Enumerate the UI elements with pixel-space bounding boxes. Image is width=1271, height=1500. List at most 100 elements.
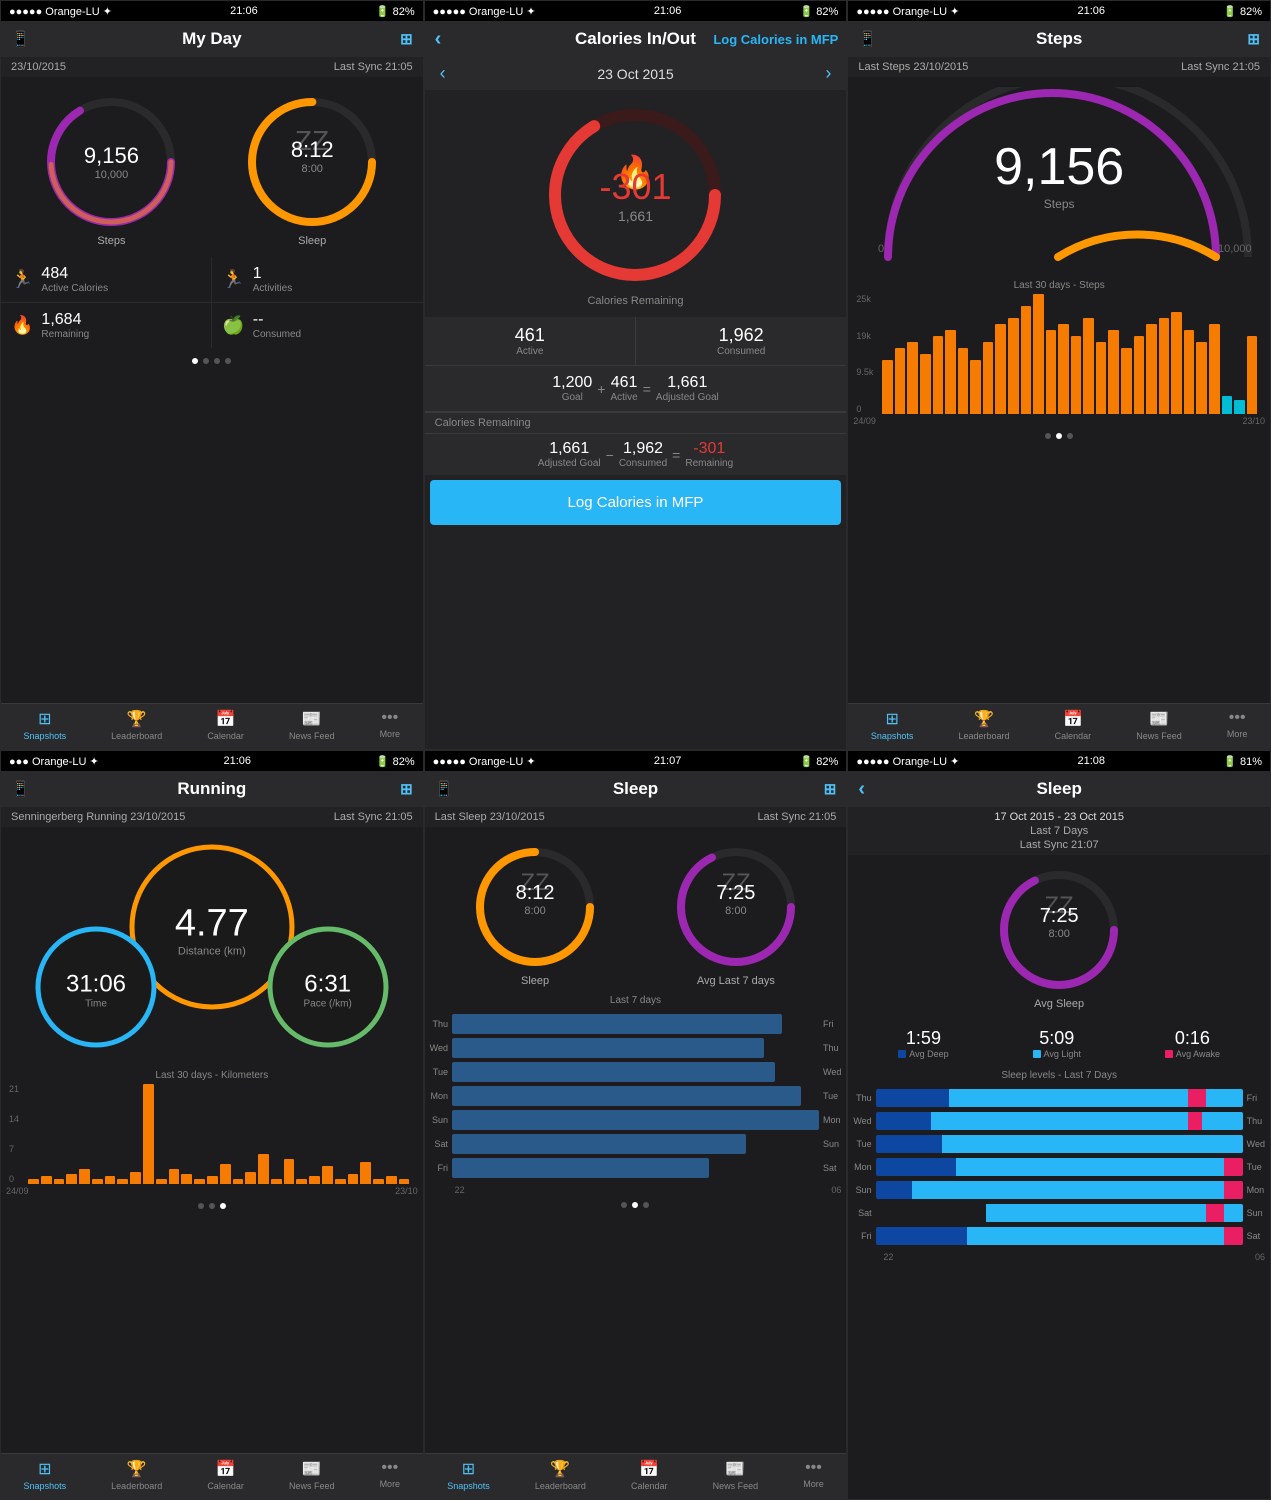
newsfeed-icon-5: 📰 [725, 1459, 745, 1479]
y-21: 21 [9, 1084, 19, 1094]
sleep-avg-text: 7:25 8:00 [716, 882, 755, 917]
panel-my-day: ●●●●● Orange-LU ✦ 21:06 🔋 82% 📱 My Day ⊞… [0, 0, 424, 750]
nav-calendar-3[interactable]: 📅 Calendar [1055, 709, 1092, 741]
nav-calendar-1[interactable]: 📅 Calendar [207, 709, 244, 741]
consumed-icon: 🍏 [222, 315, 244, 336]
nav-more-3[interactable]: ••• More [1227, 709, 1248, 741]
deep-mon [876, 1158, 957, 1176]
sleep-sync: Last Sync 21:05 [757, 811, 836, 823]
steps-chart-y: 25k 19k 9.5k 0 [856, 294, 877, 414]
sleep-bar-tue [452, 1062, 775, 1082]
light-sat [986, 1204, 1206, 1222]
rbar-8 [117, 1179, 128, 1184]
sleep-bar-sun [452, 1110, 819, 1130]
nav-leaderboard-1[interactable]: 🏆 Leaderboard [111, 709, 162, 741]
time-text: 31:06 Time [66, 970, 126, 1009]
steps-bars-wrap [877, 294, 1262, 414]
bar-25 [1184, 330, 1195, 414]
running-x-left: 24/09 [6, 1186, 29, 1196]
awake-legend [1165, 1050, 1173, 1058]
nav-leaderboard-3[interactable]: 🏆 Leaderboard [959, 709, 1010, 741]
sleep-label: Sleep [298, 235, 326, 247]
sleep-avg-val: 7:25 [716, 882, 755, 905]
remaining-name: Remaining [41, 329, 89, 340]
panel-sleep-detail: ●●●●● Orange-LU ✦ 21:08 🔋 81% ‹ Sleep 17… [847, 750, 1271, 1500]
status-time-5: 21:07 [654, 755, 682, 767]
sleep-main-lbl: Sleep [521, 975, 549, 987]
calendar-icon-3: 📅 [1063, 709, 1083, 729]
rbar-1 [28, 1179, 39, 1184]
panel-sleep: ●●●●● Orange-LU ✦ 21:07 🔋 82% 📱 Sleep ⊞ … [424, 750, 848, 1500]
nav-newsfeed-1[interactable]: 📰 News Feed [289, 709, 335, 741]
cal-next-btn[interactable]: › [825, 63, 831, 84]
nav-calendar-4[interactable]: 📅 Calendar [207, 1459, 244, 1491]
help-btn-cal[interactable]: Log Calories in MFP [713, 32, 838, 47]
nav-snapshots-1[interactable]: ⊞ Snapshots [24, 709, 67, 741]
nav-snapshots-3[interactable]: ⊞ Snapshots [871, 709, 914, 741]
sleep-detail-avg-lbl: Avg Sleep [1034, 998, 1084, 1010]
steps-chart-area: 25k 19k 9.5k 0 [848, 294, 1270, 414]
nav-newsfeed-3[interactable]: 📰 News Feed [1136, 709, 1182, 741]
sleep-detail-date-range: 17 Oct 2015 - 23 Oct 2015 [994, 811, 1124, 823]
nav-newsfeed-5[interactable]: 📰 News Feed [713, 1459, 759, 1491]
sleep-chart-title: Last 7 days [425, 992, 847, 1009]
grid-icon-5[interactable]: ⊞ [824, 780, 837, 798]
nav-leaderboard-5[interactable]: 🏆 Leaderboard [535, 1459, 586, 1491]
sleep-levels-days-left: Thu Wed Tue Mon Sun Sat Fri [853, 1089, 875, 1245]
nav-snapshots-label-5: Snapshots [447, 1481, 490, 1491]
cal-date: 23 Oct 2015 [597, 66, 673, 82]
nav-more-4[interactable]: ••• More [380, 1459, 401, 1491]
running-content: 4.77 Distance (km) 31:06 Time [1, 827, 423, 1453]
rbar-10 [143, 1084, 154, 1184]
grid-icon-1[interactable]: ⊞ [400, 30, 413, 48]
activities-name: Activities [253, 283, 292, 294]
nav-snapshots-4[interactable]: ⊞ Snapshots [24, 1459, 67, 1491]
rbar-20 [271, 1179, 282, 1184]
rbar-12 [169, 1169, 180, 1184]
sleep-rday-sat: Sat [819, 1158, 841, 1178]
cal-stats-block: 461 Active 1,962 Consumed 1,200 Goal + [425, 317, 847, 475]
back-btn-sleep[interactable]: ‹ [858, 778, 865, 801]
sleep-avg-circle: ZZ 7:25 8:00 Avg Last 7 days [671, 842, 801, 987]
rbar-16 [220, 1164, 231, 1184]
cal-prev-btn[interactable]: ‹ [440, 63, 446, 84]
activities-cell: 🏃 1 Activities [212, 257, 422, 302]
nav-leaderboard-4[interactable]: 🏆 Leaderboard [111, 1459, 162, 1491]
sleep-bar-thu [452, 1014, 782, 1034]
bar-27 [1209, 324, 1220, 414]
grid-icon-4[interactable]: ⊞ [400, 780, 413, 798]
nav-more-5[interactable]: ••• More [803, 1459, 824, 1491]
cal-consumed-lbl: Consumed [641, 346, 841, 357]
sleep-bars-area [452, 1014, 819, 1178]
nav-more-1[interactable]: ••• More [380, 709, 401, 741]
dot-4 [225, 358, 231, 364]
slevel-bar-thu [876, 1089, 1243, 1107]
leaderboard-icon-4: 🏆 [127, 1459, 147, 1479]
back-btn-cal[interactable]: ‹ [435, 28, 442, 51]
calories-title: Calories In/Out [575, 29, 696, 49]
rbar-6 [92, 1179, 103, 1184]
nav-calendar-5[interactable]: 📅 Calendar [631, 1459, 668, 1491]
rbar-7 [105, 1176, 116, 1184]
nav-snapshots-5[interactable]: ⊞ Snapshots [447, 1459, 490, 1491]
nav-newsfeed-4[interactable]: 📰 News Feed [289, 1459, 335, 1491]
my-day-content: 9,156 10,000 Steps ZZ [1, 77, 423, 703]
sleep-deep-lbl: Avg Deep [898, 1049, 948, 1059]
sleep-day-wed: Wed [430, 1038, 452, 1058]
sleep-detail-avg-sub: 8:00 [1040, 928, 1079, 940]
sleep-main-circle: ZZ 8:12 8:00 Sleep [470, 842, 600, 987]
remaining-cell: 🔥 1,684 Remaining [1, 303, 211, 348]
nav-snapshots-label-3: Snapshots [871, 731, 914, 741]
active-cal-value: 484 [41, 265, 108, 283]
remaining-icon: 🔥 [11, 315, 33, 336]
steps-dot-3 [1067, 433, 1073, 439]
rbar-21 [284, 1159, 295, 1184]
deep-tue [876, 1135, 942, 1153]
y-25k: 25k [856, 294, 873, 304]
bar-8 [970, 360, 981, 414]
running-bar-chart [23, 1084, 415, 1184]
log-calories-btn[interactable]: Log Calories in MFP [430, 480, 842, 525]
my-day-date: 23/10/2015 [11, 61, 66, 73]
grid-icon-3[interactable]: ⊞ [1247, 30, 1260, 48]
light2-wed [1202, 1112, 1242, 1130]
